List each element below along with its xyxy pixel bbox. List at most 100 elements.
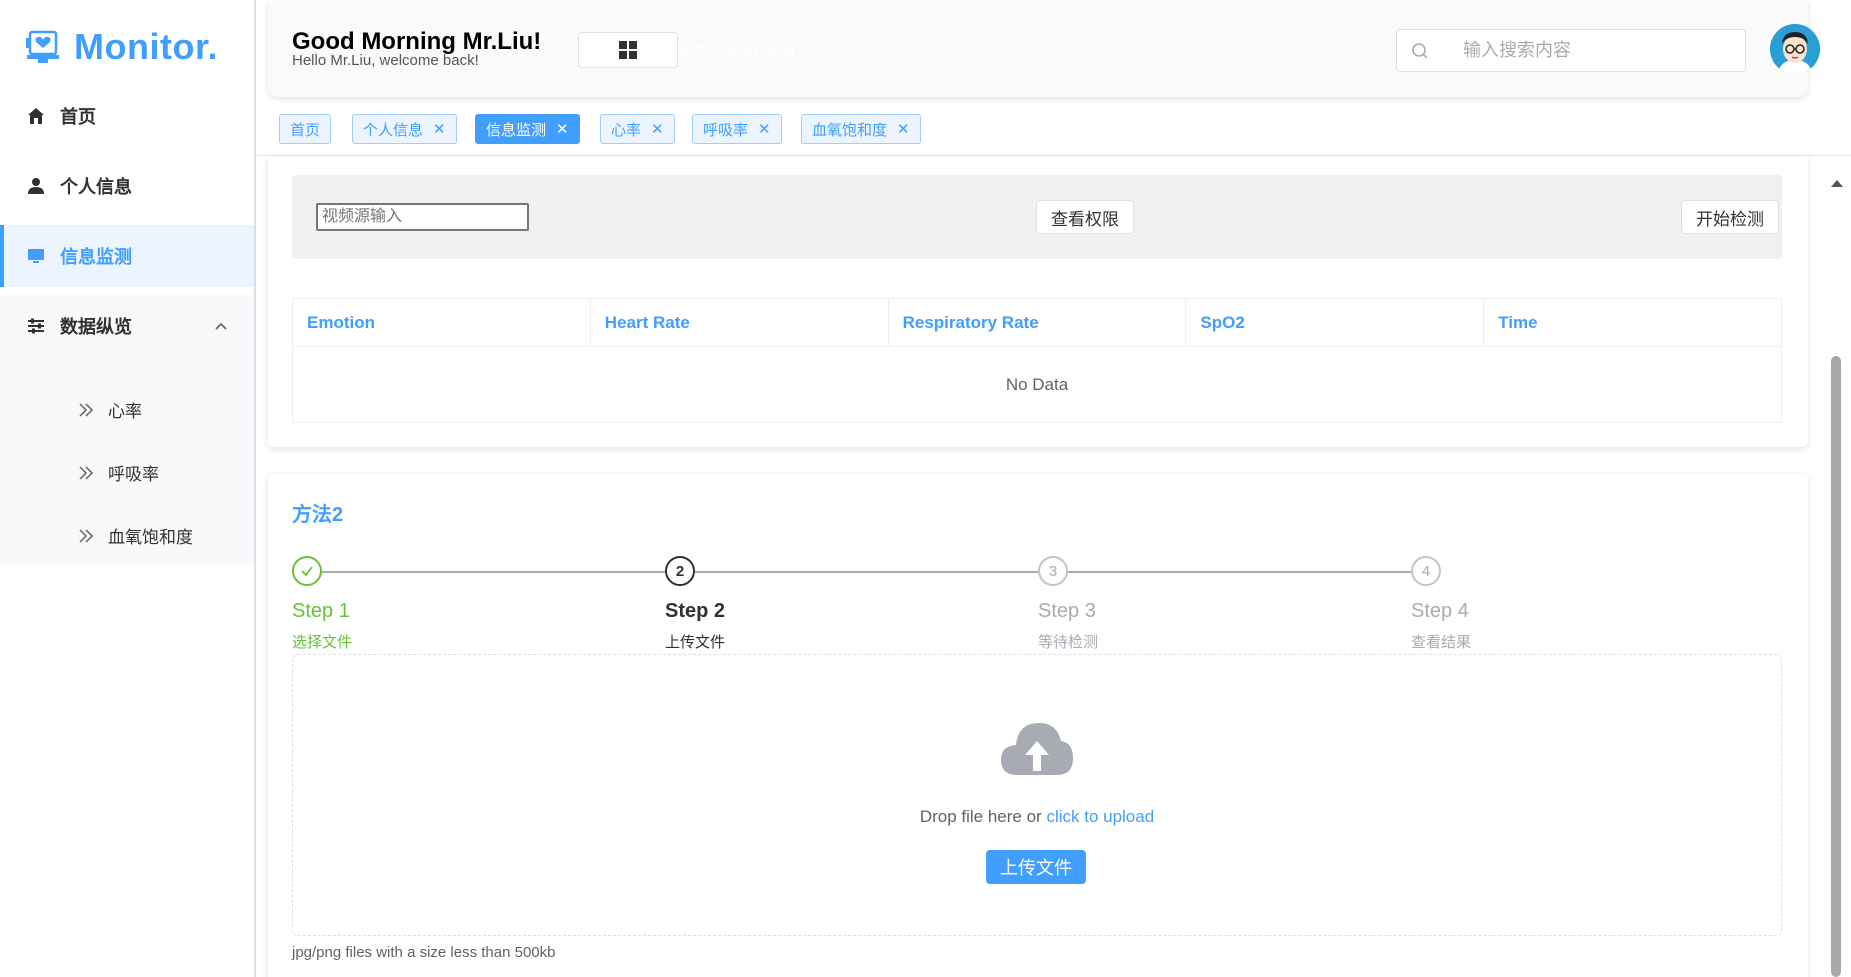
results-table: Emotion Heart Rate Respiratory Rate SpO2… xyxy=(292,298,1782,423)
step-3: 3 Step 3 等待检测 xyxy=(1038,556,1098,651)
monitor-icon xyxy=(26,246,46,266)
grid-icon xyxy=(619,41,637,59)
grid-menu-button[interactable] xyxy=(578,32,678,68)
tab-label: 血氧饱和度 xyxy=(812,121,888,139)
method2-card: 方法2 Step 1 选择文件 2 Step 2 上传文件 3 Step 3 等… xyxy=(268,474,1808,977)
chevron-up-icon xyxy=(215,322,227,330)
sidebar-subitem-label: 呼吸率 xyxy=(108,465,159,484)
close-icon[interactable]: ✕ xyxy=(433,122,446,137)
table-empty-text: No Data xyxy=(1005,374,1069,394)
step-title: Step 3 xyxy=(1038,600,1096,622)
column-header-respiratory-rate[interactable]: Respiratory Rate xyxy=(889,299,1187,346)
step-title: Step 2 xyxy=(665,600,726,622)
sidebar-item-label: 个人信息 xyxy=(60,177,132,197)
step-4: 4 Step 4 查看结果 xyxy=(1411,556,1471,651)
avatar-face-icon xyxy=(1770,24,1820,74)
tab-label: 呼吸率 xyxy=(703,121,749,139)
home-icon xyxy=(26,106,46,126)
sidebar-item-label: 信息监测 xyxy=(60,247,132,267)
breadcrumb: 首页 / 信息监测 xyxy=(678,45,795,64)
step-number: 4 xyxy=(1411,556,1441,586)
vertical-scrollbar[interactable] xyxy=(1828,170,1844,977)
step-title: Step 4 xyxy=(1411,600,1469,622)
tab-respiratory-rate[interactable]: 呼吸率 ✕ xyxy=(692,114,782,144)
step-number: 3 xyxy=(1038,556,1068,586)
steps: Step 1 选择文件 2 Step 2 上传文件 3 Step 3 等待检测 … xyxy=(292,556,1782,656)
close-icon[interactable]: ✕ xyxy=(758,122,771,137)
double-chevron-right-icon xyxy=(79,402,94,417)
step-connector xyxy=(695,571,1038,573)
table-header: Emotion Heart Rate Respiratory Rate SpO2… xyxy=(293,299,1781,347)
close-icon[interactable]: ✕ xyxy=(556,122,569,137)
double-chevron-right-icon xyxy=(79,465,94,480)
step-number: 2 xyxy=(665,556,695,586)
step-description: 查看结果 xyxy=(1411,634,1472,651)
drop-text: Drop file here or xyxy=(919,807,1047,826)
monitor-logo-icon xyxy=(26,30,59,63)
sidebar-subitem-label: 血氧饱和度 xyxy=(108,528,193,547)
sidebar-item-data-overview[interactable]: 数据纵览 xyxy=(0,295,254,357)
column-header-emotion[interactable]: Emotion xyxy=(293,299,591,346)
search-icon xyxy=(1412,42,1428,59)
sliders-icon xyxy=(26,316,46,336)
cloud-upload-icon xyxy=(1001,723,1073,775)
tab-spo2[interactable]: 血氧饱和度 ✕ xyxy=(801,114,921,144)
tab-label: 首页 xyxy=(290,121,321,139)
scroll-thumb[interactable] xyxy=(1831,356,1841,977)
top-header: Good Morning Mr.Liu! Hello Mr.Liu, welco… xyxy=(268,0,1820,97)
tab-label: 个人信息 xyxy=(363,121,424,139)
column-header-time[interactable]: Time xyxy=(1484,299,1781,346)
logo-text: Monitor. xyxy=(74,26,218,67)
start-detection-button[interactable]: 开始检测 xyxy=(1681,200,1779,234)
step-description: 等待检测 xyxy=(1038,634,1099,651)
step-connector xyxy=(1068,571,1411,573)
sidebar-item-home[interactable]: 首页 xyxy=(0,85,254,147)
column-header-heart-rate[interactable]: Heart Rate xyxy=(591,299,889,346)
close-icon[interactable]: ✕ xyxy=(651,122,664,137)
submenu-data-overview: 心率 呼吸率 血氧饱和度 xyxy=(0,355,254,565)
tab-label: 信息监测 xyxy=(486,121,547,139)
sidebar-subitem-label: 心率 xyxy=(108,402,142,421)
search-input[interactable] xyxy=(1463,40,1713,61)
column-header-spo2[interactable]: SpO2 xyxy=(1186,299,1485,346)
user-icon xyxy=(26,176,46,196)
drop-instructions: Drop file here or click to upload xyxy=(293,807,1781,827)
method1-card: 查看权限 开始检测 Emotion Heart Rate Respiratory… xyxy=(268,157,1808,447)
tab-heart-rate[interactable]: 心率 ✕ xyxy=(600,114,675,144)
step-title: Step 1 xyxy=(292,600,350,622)
logo[interactable]: Monitor. xyxy=(24,26,218,68)
avatar[interactable] xyxy=(1770,24,1820,74)
tab-profile[interactable]: 个人信息 ✕ xyxy=(352,114,457,144)
tab-home[interactable]: 首页 xyxy=(279,114,332,144)
scroll-up-arrow-icon[interactable] xyxy=(1831,180,1843,187)
sidebar: Monitor. 首页 个人信息 信息监测 数据纵览 心率 呼吸率 血氧饱和度 xyxy=(0,0,256,977)
check-permission-button[interactable]: 查看权限 xyxy=(1036,200,1134,234)
tabs-bar: 首页 个人信息 ✕ 信息监测 ✕ 心率 ✕ 呼吸率 ✕ 血氧饱和度 ✕ xyxy=(256,104,1851,156)
tab-label: 心率 xyxy=(611,121,642,139)
sidebar-subitem-respiratory-rate[interactable]: 呼吸率 xyxy=(78,460,159,485)
click-to-upload-link[interactable]: click to upload xyxy=(1046,807,1154,826)
check-icon xyxy=(292,556,322,586)
video-source-input[interactable] xyxy=(316,203,529,231)
greeting-subtitle: Hello Mr.Liu, welcome back! xyxy=(292,52,479,69)
upload-file-button[interactable]: 上传文件 xyxy=(986,850,1086,884)
step-description: 上传文件 xyxy=(665,634,726,651)
step-2: 2 Step 2 上传文件 xyxy=(665,556,725,651)
close-icon[interactable]: ✕ xyxy=(897,122,910,137)
sidebar-item-label: 数据纵览 xyxy=(60,317,132,337)
sidebar-item-label: 首页 xyxy=(60,107,96,127)
sidebar-item-profile[interactable]: 个人信息 xyxy=(0,155,254,217)
detection-controls: 查看权限 开始检测 xyxy=(292,175,1782,259)
upload-tip: jpg/png files with a size less than 500k… xyxy=(292,944,556,961)
upload-dropzone[interactable]: Drop file here or click to upload 上传文件 xyxy=(292,654,1782,936)
sidebar-item-monitoring[interactable]: 信息监测 xyxy=(0,225,254,287)
double-chevron-right-icon xyxy=(79,528,94,543)
sidebar-subitem-heart-rate[interactable]: 心率 xyxy=(78,397,142,422)
search-box xyxy=(1396,29,1746,72)
step-description: 选择文件 xyxy=(292,634,353,651)
step-1: Step 1 选择文件 xyxy=(292,556,352,651)
method2-title: 方法2 xyxy=(292,504,344,526)
tab-monitoring[interactable]: 信息监测 ✕ xyxy=(475,114,580,144)
sidebar-subitem-spo2[interactable]: 血氧饱和度 xyxy=(78,523,193,548)
step-connector xyxy=(322,571,665,573)
